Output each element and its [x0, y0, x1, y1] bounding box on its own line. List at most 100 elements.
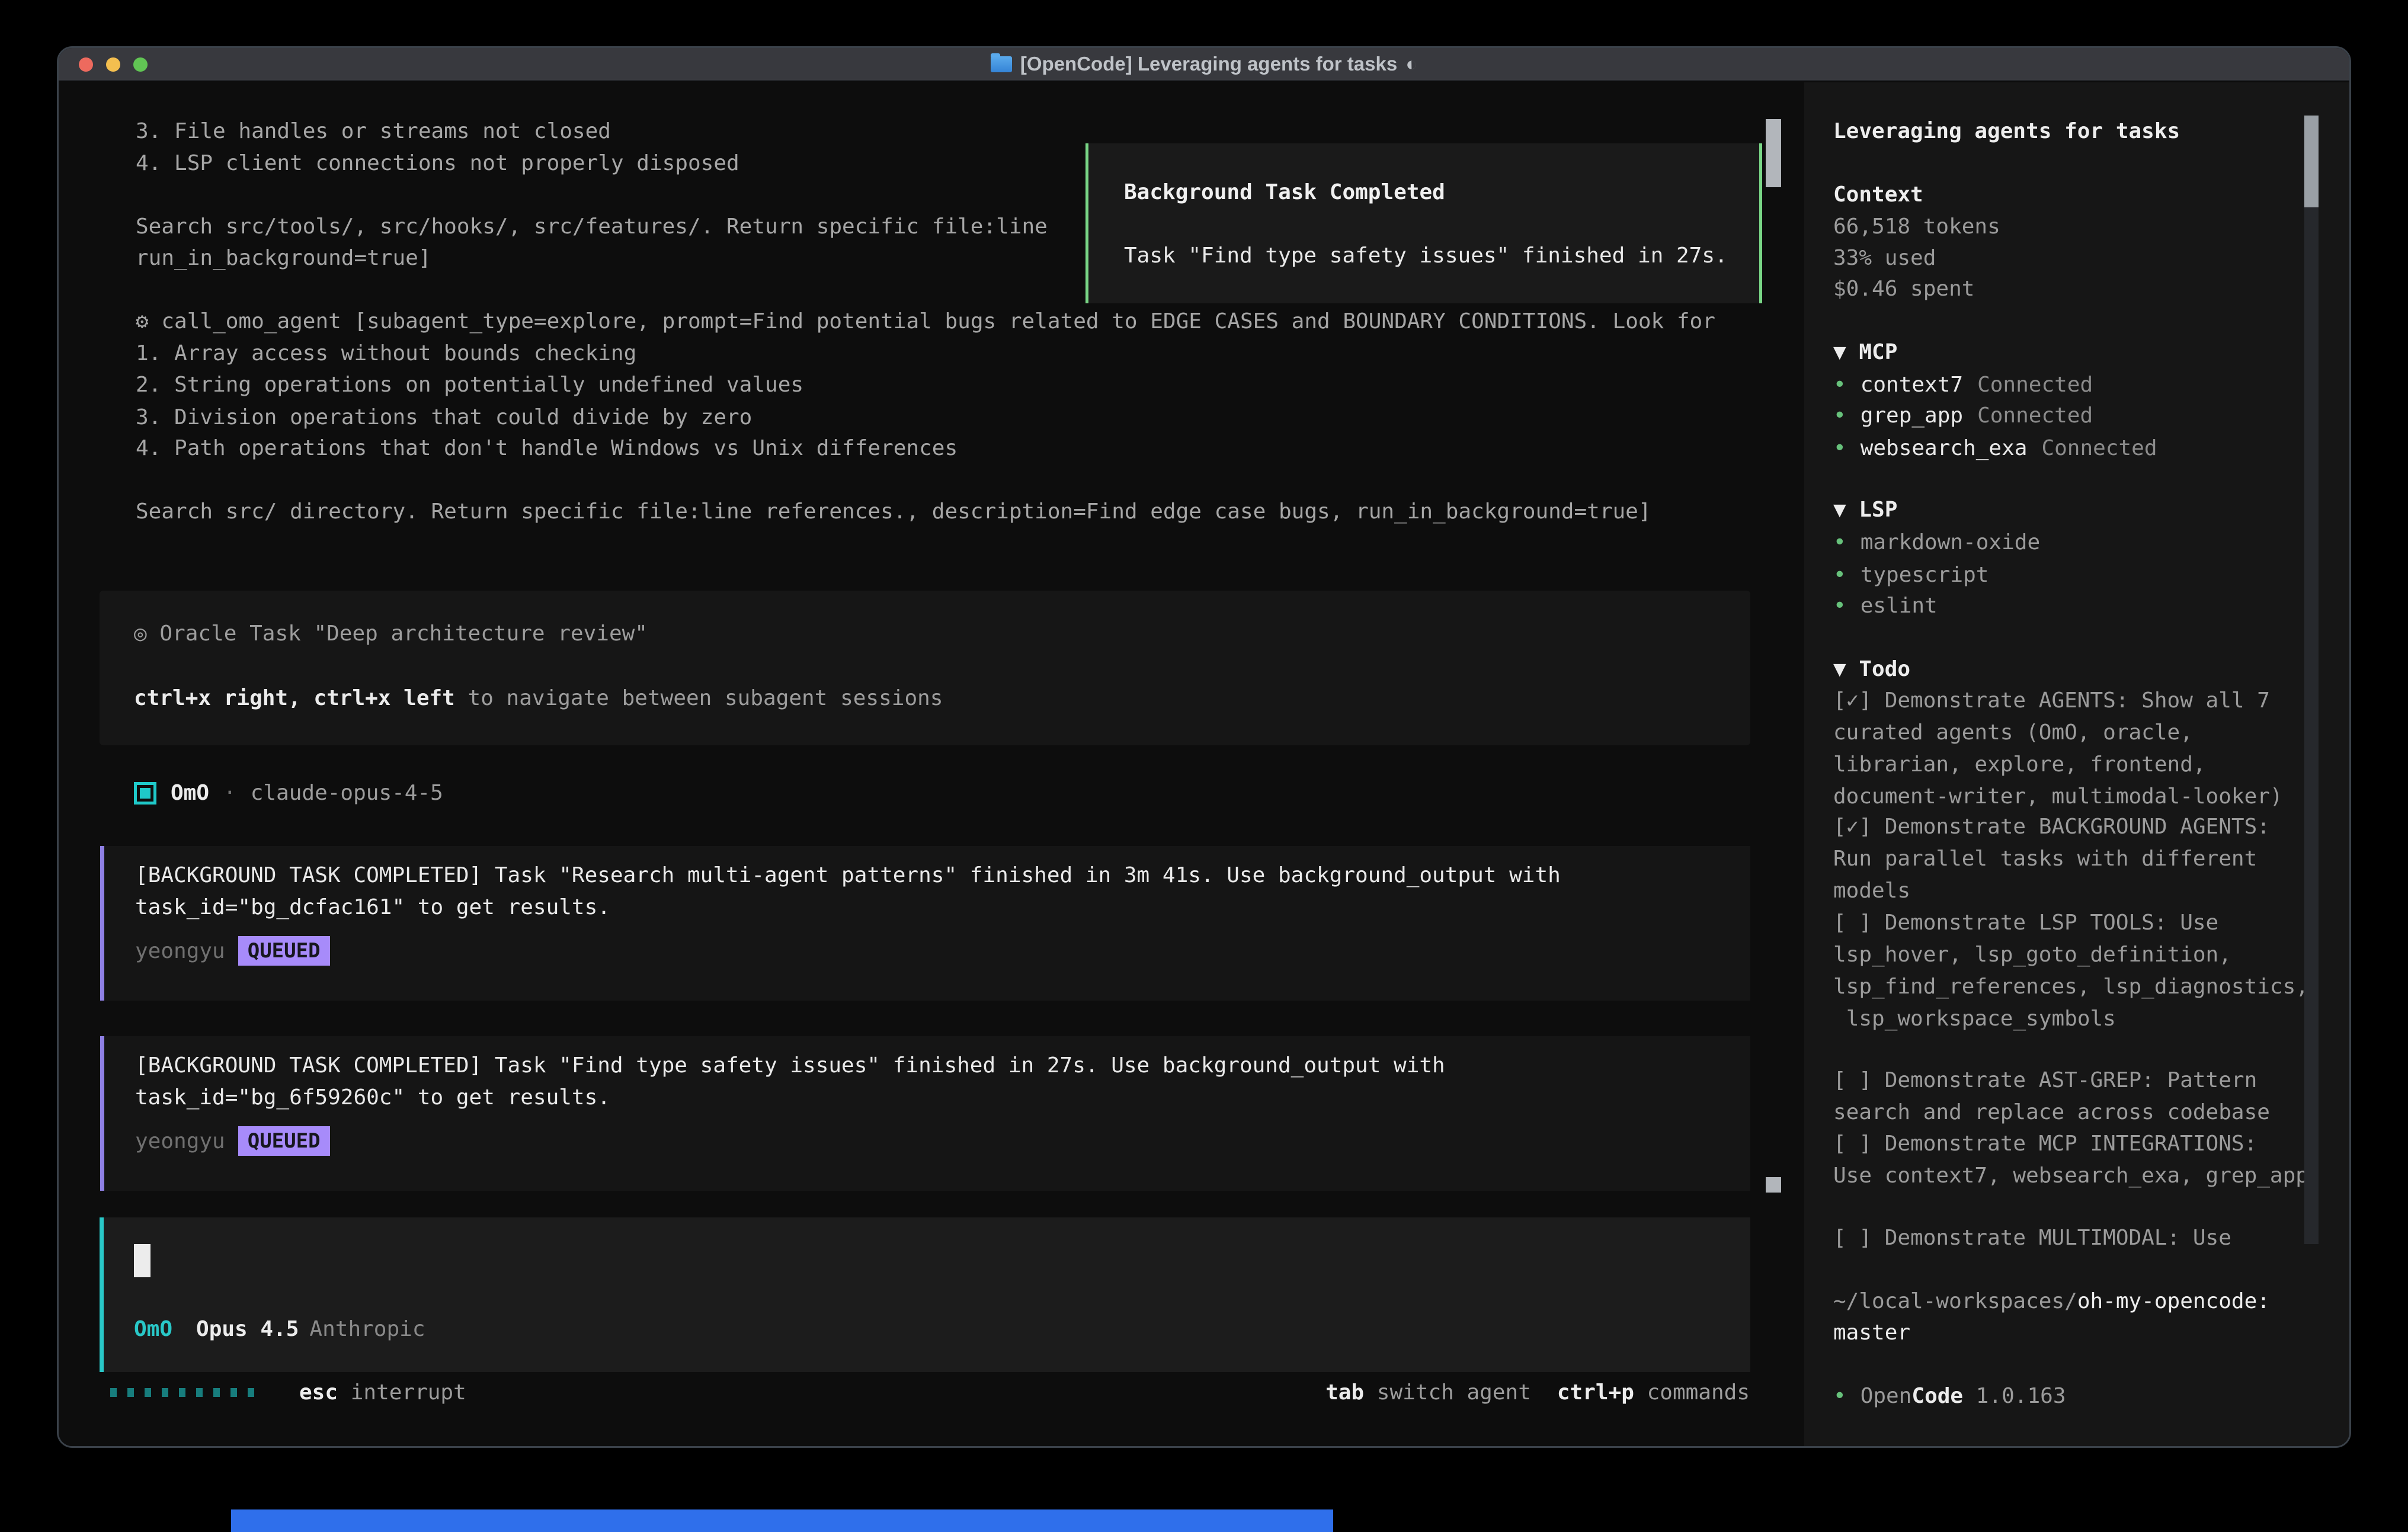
todo-section-header[interactable]: ▼ Todo: [1833, 653, 2343, 685]
scrollback-line: run_in_background=true]: [136, 242, 431, 274]
close-button[interactable]: [79, 57, 93, 72]
spinner-dot: [110, 1388, 117, 1397]
message-text: [BACKGROUND TASK COMPLETED] Task "Resear…: [135, 860, 1699, 923]
lsp-item: •eslint: [1833, 590, 2343, 622]
minimize-button[interactable]: [106, 57, 120, 72]
context-used: 33% used: [1833, 242, 2343, 274]
scrollback-line: 4. LSP client connections not properly d…: [136, 148, 739, 179]
folder-icon: [991, 56, 1012, 72]
message-text: [BACKGROUND TASK COMPLETED] Task "Find t…: [135, 1050, 1699, 1113]
todo-item-pending: [ ] Demonstrate AST-GREP: Pattern search…: [1833, 1065, 2343, 1129]
target-circle-icon: ◎: [134, 621, 147, 646]
mcp-item: •websearch_exaConnected: [1833, 432, 2343, 464]
oracle-task-title: ◎ Oracle Task "Deep architecture review": [134, 621, 648, 646]
main-scrollbar[interactable]: [1766, 82, 1781, 1446]
traffic-lights: [79, 48, 148, 81]
window-title-group: [OpenCode] Leveraging agents for tasks ◐: [59, 53, 2349, 75]
terminal-main-pane: 3. File handles or streams not closed 4.…: [59, 82, 1804, 1446]
oracle-task-panel: ◎ Oracle Task "Deep architecture review"…: [100, 591, 1750, 745]
sidebar-scrollbar-thumb[interactable]: [2304, 116, 2319, 207]
green-dot-icon: •: [1833, 590, 1846, 622]
main-scrollbar-thumb-bottom[interactable]: [1766, 1177, 1781, 1193]
context-tokens: 66,518 tokens: [1833, 211, 2343, 243]
zoom-button[interactable]: [133, 57, 148, 72]
todo-item-done: [✓] Demonstrate AGENTS: Show all 7 curat…: [1833, 685, 2343, 813]
statusbar-right: tab switch agent ctrl+p commands: [1325, 1380, 1750, 1405]
todo-item-done: [✓] Demonstrate BACKGROUND AGENTS: Run p…: [1833, 811, 2343, 907]
green-dot-icon: •: [1833, 369, 1846, 401]
lsp-item: •markdown-oxide: [1833, 527, 2343, 559]
terminal-window: [OpenCode] Leveraging agents for tasks ◐…: [57, 46, 2351, 1448]
tab-hint: tab switch agent: [1325, 1380, 1531, 1405]
commands-hint: ctrl+p commands: [1557, 1380, 1750, 1405]
half-circle-icon: ◐: [1405, 53, 1417, 75]
spinner-dot: [127, 1388, 134, 1397]
agent-model: claude-opus-4-5: [251, 781, 443, 805]
green-dot-icon: •: [1833, 559, 1846, 591]
agent-name: OmO: [171, 781, 209, 805]
workspace-branch: master: [1833, 1317, 2343, 1349]
esc-hint: esc interrupt: [299, 1380, 466, 1405]
scrollback-line: Search src/tools/, src/hooks/, src/featu…: [136, 211, 1048, 242]
mcp-item: •context7Connected: [1833, 369, 2343, 401]
model-selector-row[interactable]: OmO Opus 4.5 Anthropic: [134, 1317, 425, 1341]
message-background-task-2: [BACKGROUND TASK COMPLETED] Task "Find t…: [100, 1036, 1750, 1191]
sidebar: Leveraging agents for tasks Context 66,5…: [1804, 82, 2349, 1446]
green-dot-icon: •: [1833, 1380, 1846, 1412]
lsp-item: •typescript: [1833, 559, 2343, 591]
tool-call-item: 2. String operations on potentially unde…: [136, 369, 803, 400]
main-scrollbar-thumb[interactable]: [1766, 119, 1781, 187]
text-cursor: [134, 1244, 150, 1277]
context-header: Context: [1833, 179, 2343, 211]
spinner-dot: [145, 1388, 151, 1397]
tool-call-item: 4. Path operations that don't handle Win…: [136, 432, 958, 464]
lsp-section-header[interactable]: ▼ LSP: [1833, 494, 2343, 526]
input-provider-name: Anthropic: [309, 1317, 425, 1341]
titlebar: [OpenCode] Leveraging agents for tasks ◐: [59, 48, 2349, 81]
tool-call-item: 1. Array access without bounds checking: [136, 338, 636, 369]
input-agent-name: OmO: [134, 1317, 172, 1341]
mcp-section-header[interactable]: ▼ MCP: [1833, 336, 2343, 368]
window-title: [OpenCode] Leveraging agents for tasks: [1020, 53, 1397, 75]
status-badge: QUEUED: [238, 936, 330, 966]
message-meta: yeongyu QUEUED: [135, 936, 330, 966]
tool-call-item: 3. Division operations that could divide…: [136, 402, 752, 433]
context-spent: $0.46 spent: [1833, 273, 2343, 305]
tool-call-line: ⚙ call_omo_agent [subagent_type=explore,…: [136, 306, 1715, 337]
spinner-dot: [213, 1388, 220, 1397]
tool-call-line: Search src/ directory. Return specific f…: [136, 496, 1651, 527]
gear-icon: ⚙: [136, 309, 149, 334]
scrollback-line: 3. File handles or streams not closed: [136, 116, 611, 147]
message-author: yeongyu: [135, 1129, 225, 1153]
spinner-dot: [230, 1388, 237, 1397]
message-author: yeongyu: [135, 939, 225, 963]
agent-square-icon: [134, 782, 156, 805]
spinner-dot: [248, 1388, 254, 1397]
sidebar-scrollbar-track[interactable]: [2304, 116, 2319, 1244]
green-dot-icon: •: [1833, 400, 1846, 432]
spinner-dot: [179, 1388, 185, 1397]
spinner-dot: [162, 1388, 168, 1397]
todo-item-active: [ ] Demonstrate LSP TOOLS: Use lsp_hover…: [1833, 907, 2343, 1035]
green-dot-icon: •: [1833, 432, 1846, 464]
notification-body: Task "Find type safety issues" finished …: [1124, 243, 1728, 268]
separator-dot: ·: [223, 781, 236, 805]
message-background-task-1: [BACKGROUND TASK COMPLETED] Task "Resear…: [100, 846, 1750, 1001]
notification-title: Background Task Completed: [1124, 180, 1445, 204]
todo-item-pending: [ ] Demonstrate MCP INTEGRATIONS: Use co…: [1833, 1128, 2343, 1192]
green-dot-icon: •: [1833, 527, 1846, 559]
notification-toast: Background Task Completed Task "Find typ…: [1085, 143, 1762, 303]
status-badge: QUEUED: [238, 1126, 330, 1156]
statusbar-left: esc interrupt: [110, 1380, 466, 1405]
mcp-item: •grep_appConnected: [1833, 400, 2343, 432]
message-meta: yeongyu QUEUED: [135, 1126, 330, 1156]
prompt-input[interactable]: OmO Opus 4.5 Anthropic: [100, 1217, 1750, 1372]
session-title: Leveraging agents for tasks: [1833, 116, 2343, 148]
spinner-dot: [196, 1388, 203, 1397]
todo-item-pending: [ ] Demonstrate MULTIMODAL: Use: [1833, 1222, 2343, 1254]
tool-call-text: call_omo_agent [subagent_type=explore, p…: [161, 309, 1715, 334]
workspace-path: ~/local-workspaces/oh-my-opencode:: [1833, 1286, 2343, 1318]
agent-header: OmO · claude-opus-4-5: [134, 781, 443, 805]
background-window-strip: [231, 1509, 1333, 1532]
input-model-name: Opus 4.5: [196, 1317, 299, 1341]
